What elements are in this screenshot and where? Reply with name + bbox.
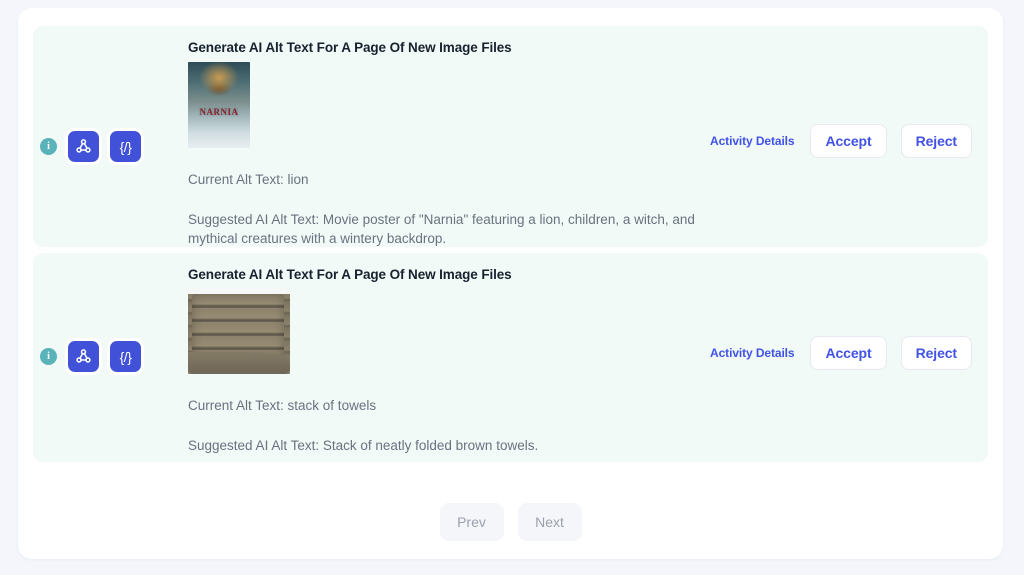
activity-content: Generate AI Alt Text For A Page Of New I… [188, 40, 748, 249]
activity-icon-group: i {/} [40, 131, 141, 162]
activity-actions: Activity Details Accept Reject [708, 336, 972, 370]
prev-page-button[interactable]: Prev [439, 503, 504, 541]
activity-title: Generate AI Alt Text For A Page Of New I… [188, 267, 512, 282]
reject-button[interactable]: Reject [900, 336, 972, 370]
code-braces-icon[interactable]: {/} [110, 341, 141, 372]
suggested-alt-text: Suggested AI Alt Text: Movie poster of "… [188, 211, 695, 247]
activity-content: Generate AI Alt Text For A Page Of New I… [188, 267, 748, 455]
reject-button[interactable]: Reject [900, 124, 972, 158]
info-circle-icon[interactable]: i [40, 348, 57, 365]
accept-button[interactable]: Accept [810, 336, 887, 370]
current-alt-text: Current Alt Text: stack of towels [188, 398, 377, 414]
activity-details-link[interactable]: Activity Details [708, 344, 796, 362]
activity-icon-group: i {/} [40, 341, 141, 372]
code-braces-icon[interactable]: {/} [110, 131, 141, 162]
code-braces-label: {/} [119, 348, 132, 365]
code-braces-label: {/} [119, 138, 132, 155]
activity-row: i {/} Generate AI Alt Text For A Page Of… [33, 26, 988, 247]
activity-title: Generate AI Alt Text For A Page Of New I… [188, 40, 512, 55]
activity-row: i {/} Generate AI Alt Text For A Page Of… [33, 253, 988, 462]
activity-review-card: i {/} Generate AI Alt Text For A Page Of… [18, 8, 1003, 559]
next-page-button[interactable]: Next [517, 503, 582, 541]
webhook-icon[interactable] [68, 341, 99, 372]
activity-actions: Activity Details Accept Reject [708, 124, 972, 158]
activity-thumbnail[interactable] [188, 62, 250, 149]
webhook-icon[interactable] [68, 131, 99, 162]
current-alt-text: Current Alt Text: lion [188, 172, 309, 188]
info-circle-icon[interactable]: i [40, 138, 57, 155]
suggested-alt-text: Suggested AI Alt Text: Stack of neatly f… [188, 437, 539, 453]
pagination: Prev Next [18, 503, 1003, 541]
activity-thumbnail[interactable] [188, 289, 290, 375]
activity-details-link[interactable]: Activity Details [708, 132, 796, 150]
activity-list: i {/} Generate AI Alt Text For A Page Of… [33, 26, 988, 468]
accept-button[interactable]: Accept [810, 124, 887, 158]
